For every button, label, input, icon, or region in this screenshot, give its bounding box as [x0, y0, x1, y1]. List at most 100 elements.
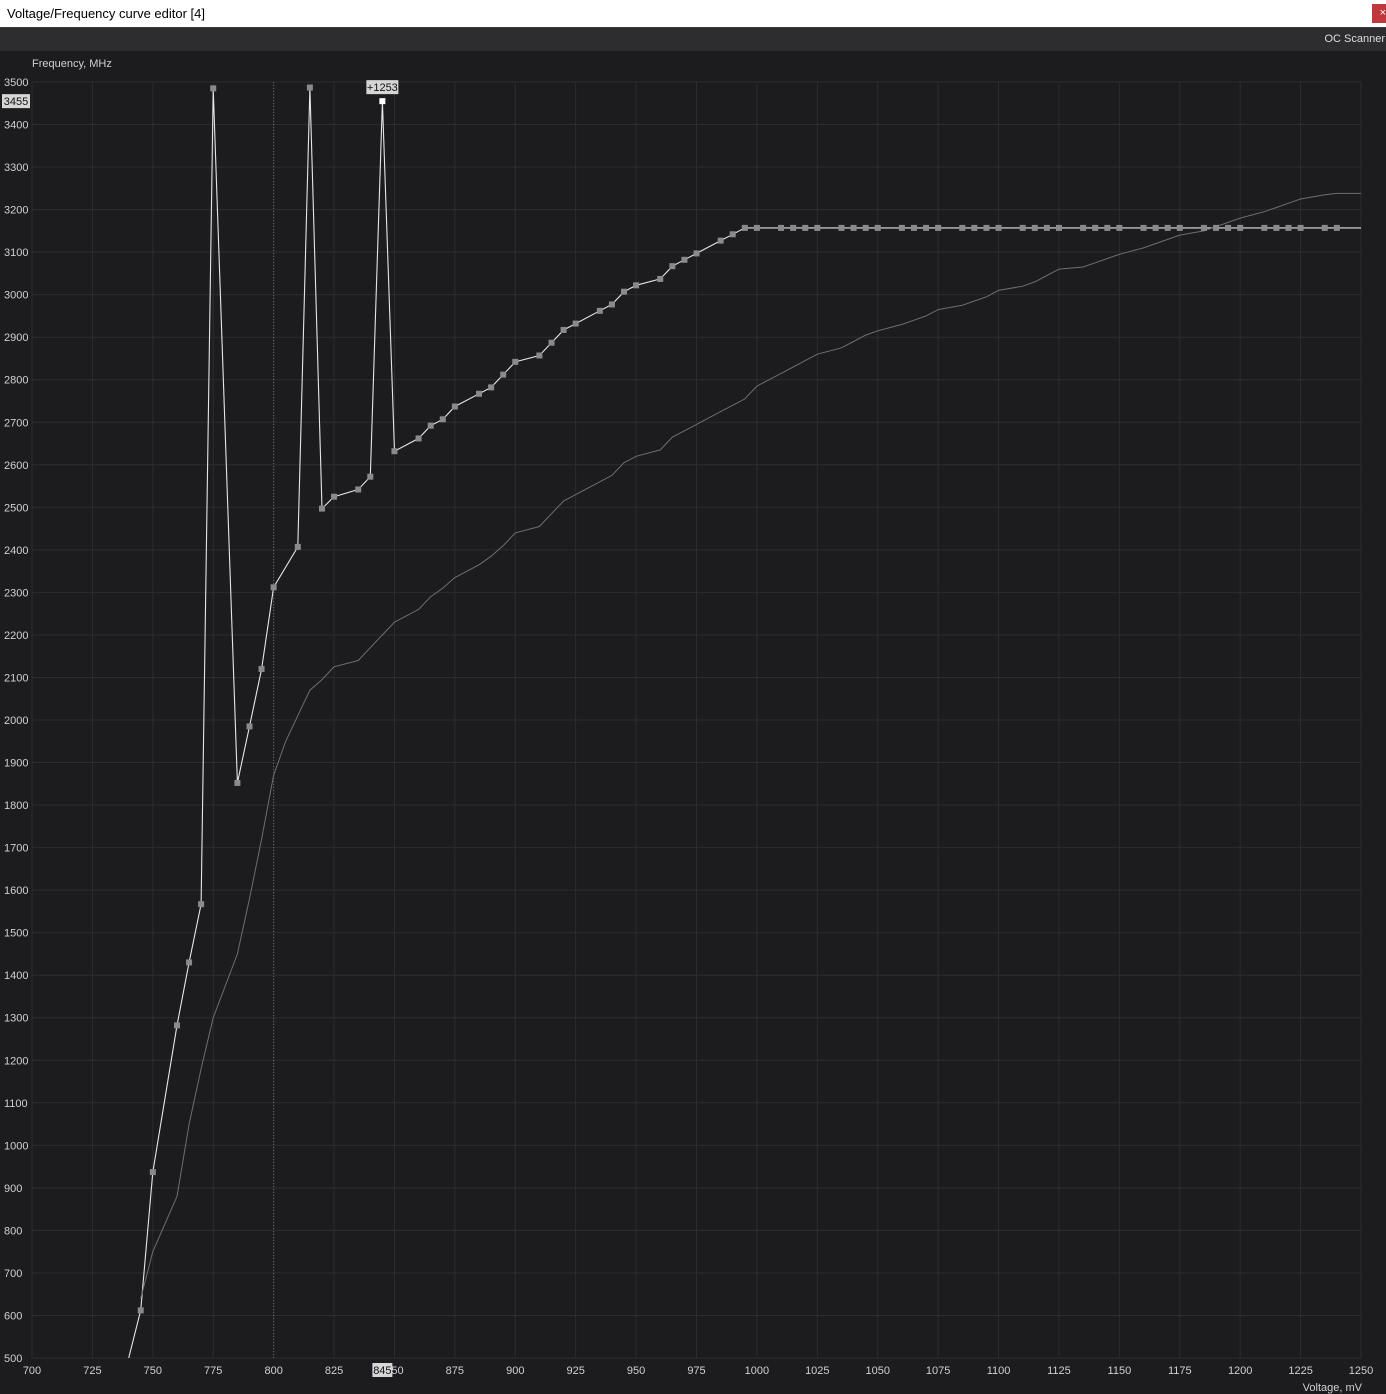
curve-point[interactable] [1080, 224, 1087, 231]
x-tick-label: 875 [446, 1365, 464, 1377]
curve-point[interactable] [1019, 224, 1026, 231]
vf-curve-chart[interactable]: Frequency, MHz Voltage, mV 700 725 750 775 8… [0, 51, 1386, 1394]
curve-point[interactable] [1261, 224, 1268, 231]
close-button[interactable]: × [1372, 4, 1386, 23]
curve-point[interactable] [621, 288, 628, 295]
curve-point[interactable] [1176, 224, 1183, 231]
curve-point[interactable] [741, 224, 748, 231]
curve-point[interactable] [270, 584, 277, 591]
curve-point[interactable] [596, 307, 603, 314]
curve-point[interactable] [488, 384, 495, 391]
curve-point[interactable] [1285, 224, 1292, 231]
curve-point[interactable] [536, 352, 543, 359]
curve-point[interactable] [1333, 224, 1340, 231]
curve-point[interactable] [149, 1169, 156, 1176]
curve-point[interactable] [318, 505, 325, 512]
curve-point[interactable] [1092, 224, 1099, 231]
curve-point[interactable] [476, 390, 483, 397]
curve-point[interactable] [608, 301, 615, 308]
oc-scanner-button[interactable]: OC Scanner [1324, 33, 1386, 45]
y-tick-label: 3400 [4, 120, 28, 132]
curve-point[interactable] [850, 224, 857, 231]
y-tick-label: 1700 [4, 843, 28, 855]
curve-point[interactable] [802, 224, 809, 231]
curve-point[interactable] [186, 959, 193, 966]
selected-curve-point[interactable] [379, 98, 386, 105]
curve-point[interactable] [959, 224, 966, 231]
curve-point[interactable] [1043, 224, 1050, 231]
curve-point[interactable] [367, 473, 374, 480]
curve-point[interactable] [560, 326, 567, 333]
y-tick-label: 2700 [4, 417, 28, 429]
curve-point[interactable] [512, 358, 519, 365]
curve-point[interactable] [355, 486, 362, 493]
y-tick-label: 2000 [4, 715, 28, 727]
curve-point[interactable] [391, 448, 398, 455]
curve-point[interactable] [729, 231, 736, 238]
curve-point[interactable] [657, 275, 664, 282]
curve-point[interactable] [717, 237, 724, 244]
y-tick-label: 600 [4, 1310, 22, 1322]
curve-point[interactable] [1055, 224, 1062, 231]
curve-point[interactable] [331, 493, 338, 500]
curve-point[interactable] [1321, 224, 1328, 231]
curve-point[interactable] [500, 371, 507, 378]
curve-point[interactable] [790, 224, 797, 231]
curve-point[interactable] [693, 250, 700, 257]
curve-point[interactable] [1031, 224, 1038, 231]
curve-point[interactable] [1164, 224, 1171, 231]
curve-point[interactable] [778, 224, 785, 231]
chart-plot-area[interactable]: 700 725 750 775 800 825 850 875 900 925 950 975 1000… [0, 51, 1386, 1394]
y-tick-label: 3500 [4, 77, 28, 89]
y-tick-label: 2200 [4, 630, 28, 642]
curve-point[interactable] [1104, 224, 1111, 231]
curve-point[interactable] [935, 224, 942, 231]
curve-point[interactable] [633, 282, 640, 289]
x-tick-label: 975 [687, 1365, 705, 1377]
curve-point[interactable] [415, 435, 422, 442]
curve-point[interactable] [548, 339, 555, 346]
curve-point[interactable] [439, 416, 446, 423]
curve-point[interactable] [258, 665, 265, 672]
curve-point[interactable] [1213, 224, 1220, 231]
curve-point[interactable] [971, 224, 978, 231]
curve-point[interactable] [1225, 224, 1232, 231]
curve-point[interactable] [246, 723, 253, 730]
curve-point[interactable] [1152, 224, 1159, 231]
x-tick-label: 800 [264, 1365, 282, 1377]
curve-point[interactable] [294, 543, 301, 550]
curve-point[interactable] [814, 224, 821, 231]
vf-curve-default-line [140, 192, 1361, 1299]
curve-point[interactable] [874, 224, 881, 231]
curve-point[interactable] [1297, 224, 1304, 231]
curve-point[interactable] [451, 403, 458, 410]
curve-point[interactable] [1140, 224, 1147, 231]
curve-point[interactable] [838, 224, 845, 231]
curve-point[interactable] [210, 85, 217, 92]
curve-point[interactable] [910, 224, 917, 231]
curve-point[interactable] [572, 320, 579, 327]
curve-point[interactable] [1237, 224, 1244, 231]
curve-point[interactable] [753, 224, 760, 231]
curve-point[interactable] [983, 224, 990, 231]
curve-point[interactable] [427, 422, 434, 429]
curve-point[interactable] [198, 901, 205, 908]
curve-point[interactable] [681, 256, 688, 263]
curve-point[interactable] [898, 224, 905, 231]
curve-point[interactable] [669, 263, 676, 270]
x-tick-label: 750 [144, 1365, 162, 1377]
y-tick-label: 1000 [4, 1140, 28, 1152]
curve-point[interactable] [862, 224, 869, 231]
x-tick-label: 1225 [1288, 1365, 1312, 1377]
y-tick-label: 2400 [4, 545, 28, 557]
curve-point[interactable] [1116, 224, 1123, 231]
curve-point[interactable] [306, 84, 313, 91]
curve-point[interactable] [173, 1022, 180, 1029]
x-tick-label: 900 [506, 1365, 524, 1377]
curve-point[interactable] [923, 224, 930, 231]
curve-point[interactable] [995, 224, 1002, 231]
curve-point[interactable] [1273, 224, 1280, 231]
curve-point[interactable] [137, 1307, 144, 1314]
curve-point[interactable] [1200, 224, 1207, 231]
curve-point[interactable] [234, 779, 241, 786]
